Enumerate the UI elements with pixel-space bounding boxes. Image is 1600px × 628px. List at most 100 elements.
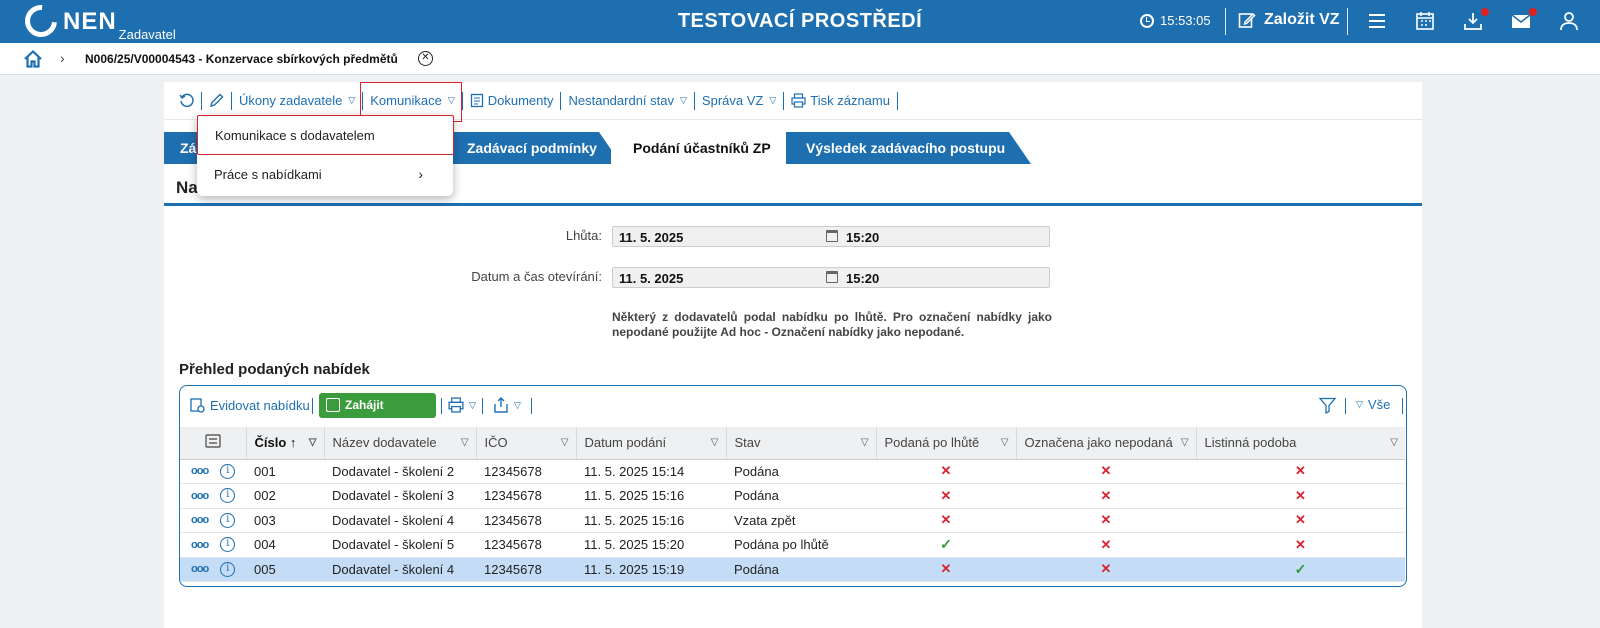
info-icon[interactable]: i — [220, 463, 236, 479]
cross-icon: ✕ — [1100, 561, 1112, 577]
column-header-nepodana[interactable]: Označena jako nepodaná ▽ — [1016, 427, 1197, 460]
info-icon[interactable]: i — [220, 512, 236, 528]
calendar-icon[interactable] — [1415, 11, 1435, 31]
flag-no: ✕ — [1196, 508, 1405, 533]
cell-cislo: 002 — [246, 483, 324, 509]
column-header-stav[interactable]: Stav ▽ — [726, 427, 877, 460]
printer-icon — [448, 397, 464, 413]
register-icon — [190, 398, 205, 413]
refresh-button[interactable] — [172, 91, 202, 110]
column-header-datum[interactable]: Datum podání ▽ — [576, 427, 727, 460]
evidovat-button[interactable]: Evidovat nabídku — [189, 397, 310, 413]
column-header-cislo[interactable]: Číslo ↑ ▽ — [246, 427, 325, 460]
column-label: Označena jako nepodaná — [1024, 435, 1173, 451]
clock-icon — [1140, 13, 1154, 28]
more-options-icon[interactable]: ooo — [191, 514, 209, 526]
breadcrumb-title: N006/25/V00004543 - Konzervace sbírkovýc… — [85, 52, 398, 66]
edit-button[interactable] — [202, 91, 232, 110]
table-row[interactable]: ooo i 003 Dodavatel - školení 4 12345678 11. … — [180, 508, 1405, 533]
cell-ico: 12345678 — [476, 532, 576, 558]
column-filter-icon[interactable]: ▽ — [1390, 437, 1398, 448]
column-filter-icon[interactable]: ▽ — [1001, 437, 1009, 448]
column-settings-header[interactable] — [180, 427, 247, 460]
flag-yes: ✓ — [876, 532, 1016, 558]
nen-logo[interactable]: NEN Zadavatel — [18, 0, 176, 44]
dokumenty-button[interactable]: Dokumenty — [463, 91, 562, 110]
caret-down-icon: ▽ — [1356, 399, 1363, 409]
column-filter-icon[interactable]: ▽ — [1181, 437, 1189, 448]
lhuta-label: Lhůta: — [565, 228, 602, 243]
column-filter-icon[interactable]: ▽ — [711, 437, 719, 448]
tisk-label: Tisk záznamu — [810, 93, 890, 108]
caret-down-icon: ▽ — [769, 95, 777, 105]
view-select[interactable]: ▽ Vše — [1356, 397, 1390, 412]
export-menu[interactable]: ▽ — [493, 397, 521, 413]
tab-vysledek[interactable]: Výsledek zadávacího postupu — [786, 132, 1031, 164]
home-icon[interactable] — [24, 50, 42, 68]
create-vz-button[interactable]: Založit VZ — [1238, 11, 1340, 29]
dokumenty-label: Dokumenty — [487, 93, 554, 108]
column-label: Podaná po lhůtě — [884, 435, 980, 451]
column-header-nazev[interactable]: Název dodavatele ▽ — [324, 427, 477, 460]
check-icon: ✓ — [940, 536, 952, 553]
logo-icon — [18, 0, 64, 44]
komunikace-menu[interactable]: Komunikace ▽ — [360, 81, 463, 122]
table-row[interactable]: ooo i 002 Dodavatel - školení 3 12345678 11. … — [180, 483, 1405, 509]
otevirani-date: 11. 5. 2025 — [619, 271, 684, 286]
info-icon[interactable]: i — [220, 561, 236, 577]
tab-podani-ucastniku[interactable]: Podání účastníků ZP — [611, 132, 796, 164]
grid-toolbar: Evidovat nabídku Zahájit otevírání ▽ ▽ ▽… — [180, 386, 1406, 437]
more-options-icon[interactable]: ooo — [191, 539, 209, 551]
close-icon[interactable]: ✕ — [418, 51, 433, 66]
download-icon[interactable] — [1463, 8, 1489, 31]
table-row[interactable]: ooo i 004 Dodavatel - školení 5 12345678 11. … — [180, 532, 1405, 558]
cell-stav: Podána po lhůtě — [726, 532, 876, 558]
cell-ico: 12345678 — [476, 459, 576, 484]
info-icon[interactable]: i — [220, 488, 236, 504]
cross-icon: ✕ — [1295, 512, 1306, 528]
menu-item-komunikace-s-dodavatelem[interactable]: Komunikace s dodavatelem — [197, 115, 454, 155]
menu-item-prace-s-nabidkami[interactable]: Práce s nabídkami › — [197, 155, 453, 194]
print-menu[interactable]: ▽ — [448, 397, 476, 413]
offers-table: Číslo ↑ ▽ Název dodavatele ▽ IČO ▽ Datum po… — [180, 427, 1405, 582]
ukony-menu[interactable]: Úkony zadavatele ▽ — [232, 91, 364, 110]
cell-cislo: 004 — [246, 532, 324, 558]
divider — [482, 398, 483, 414]
sprava-menu[interactable]: Správa VZ ▽ — [695, 91, 785, 110]
column-header-po-lhute[interactable]: Podaná po lhůtě ▽ — [876, 427, 1017, 460]
table-row[interactable]: ooo i 001 Dodavatel - školení 2 12345678 11. … — [180, 459, 1405, 484]
mail-icon[interactable] — [1511, 8, 1537, 31]
flag-no: ✕ — [1016, 532, 1196, 558]
column-header-ico[interactable]: IČO ▽ — [476, 427, 577, 460]
cell-ico: 12345678 — [476, 483, 576, 509]
filter-button[interactable] — [1319, 397, 1336, 414]
caret-down-icon: ▽ — [514, 399, 521, 410]
table-row[interactable]: ooo i 005 Dodavatel - školení 4 12345678 11. … — [180, 557, 1405, 582]
user-icon[interactable] — [1559, 11, 1579, 31]
cell-cislo: 001 — [246, 459, 324, 484]
more-options-icon[interactable]: ooo — [191, 465, 209, 477]
more-options-icon[interactable]: ooo — [191, 563, 209, 575]
lhuta-date: 11. 5. 2025 — [619, 230, 684, 245]
column-filter-icon[interactable]: ▽ — [309, 437, 317, 448]
column-filter-icon[interactable]: ▽ — [561, 437, 569, 448]
info-icon[interactable]: i — [220, 537, 236, 553]
column-header-listinna[interactable]: Listinná podoba ▽ — [1196, 427, 1405, 460]
nestandardni-label: Nestandardní stav — [568, 93, 674, 108]
calendar-icon — [826, 230, 838, 242]
nestandardni-menu[interactable]: Nestandardní stav ▽ — [561, 91, 695, 110]
notification-dot — [1481, 8, 1489, 16]
tab-zadavaci-podminky[interactable]: Zadávací podmínky — [451, 132, 621, 164]
more-options-icon[interactable]: ooo — [191, 490, 209, 502]
chevron-right-icon: › — [60, 50, 65, 66]
logo-subtitle: Zadavatel — [118, 27, 176, 42]
menu-icon[interactable] — [1367, 11, 1387, 31]
edit-icon — [1238, 12, 1256, 28]
column-filter-icon[interactable]: ▽ — [861, 437, 869, 448]
flag-no: ✕ — [1016, 483, 1196, 509]
lhuta-time: 15:20 — [846, 230, 880, 245]
column-filter-icon[interactable]: ▽ — [461, 437, 469, 448]
column-label: Stav — [734, 435, 761, 451]
zahajit-otevirani-button[interactable]: Zahájit otevírání — [319, 393, 436, 437]
tisk-button[interactable]: Tisk záznamu — [784, 91, 898, 110]
